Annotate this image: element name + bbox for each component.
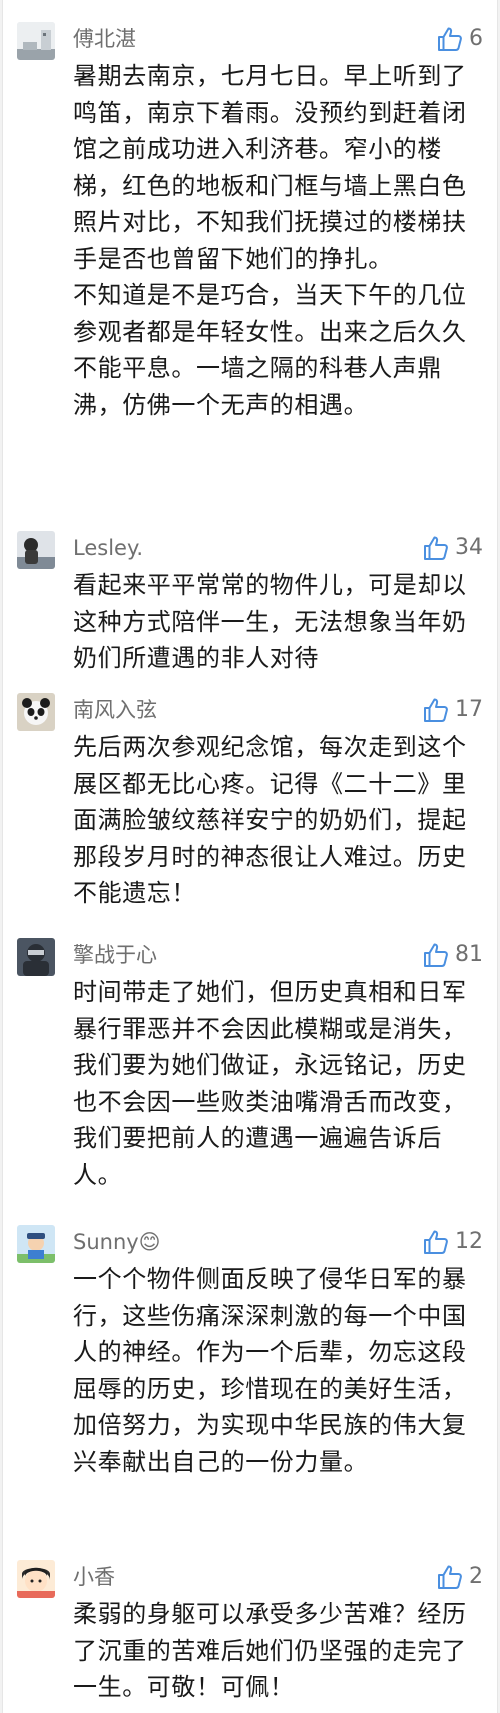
- comment-text: 一个个物件侧面反映了侵华日军的暴行，这些伤痛深深刺激的每一个中国人的神经。作为一…: [73, 1261, 483, 1480]
- like-count: 34: [455, 535, 483, 560]
- comment-list: 傅北湛 6 暑期去南京，七月七日。早上听到了鸣笛，南京下着雨。没预约到赶着闭馆之…: [2, 0, 498, 1713]
- comment-paragraph: 不知道是不是巧合，当天下午的几位参观者都是年轻女性。出来之后久久不能平息。一墙之…: [73, 281, 467, 419]
- comment-text: 时间带走了她们，但历史真相和日军暴行罪恶并不会因此模糊或是消失，我们要为她们做证…: [73, 974, 483, 1193]
- like-count: 6: [469, 26, 483, 51]
- thumbs-up-icon: [438, 1565, 462, 1589]
- like-button[interactable]: 81: [423, 938, 483, 972]
- avatar-image: [17, 22, 55, 60]
- username[interactable]: 小香: [73, 1562, 115, 1592]
- comment-item: Lesley. 34 看起来平平常常的物件儿，可是却以这种方式陪伴一生，无法想象…: [3, 531, 497, 711]
- avatar-image: [17, 531, 55, 569]
- comment-item: 傅北湛 6 暑期去南京，七月七日。早上听到了鸣笛，南京下着雨。没预约到赶着闭馆之…: [3, 22, 497, 512]
- comment-paragraph: 一个个物件侧面反映了侵华日军的暴行，这些伤痛深深刺激的每一个中国人的神经。作为一…: [73, 1265, 467, 1476]
- comment-item: Sunny😊 12 一个个物件侧面反映了侵华日军的暴行，这些伤痛深深刺激的每一个…: [3, 1225, 497, 1535]
- thumbs-up-icon: [438, 27, 462, 51]
- like-button[interactable]: 17: [423, 693, 483, 727]
- like-button[interactable]: 12: [423, 1225, 483, 1259]
- avatar[interactable]: [17, 938, 55, 976]
- like-count: 17: [455, 697, 483, 722]
- username[interactable]: Sunny😊: [73, 1227, 161, 1257]
- like-count: 12: [455, 1229, 483, 1254]
- comment-text: 柔弱的身躯可以承受多少苦难？经历了沉重的苦难后她们仍坚强的走完了一生。可敬！可佩…: [73, 1596, 483, 1706]
- avatar-image: [17, 693, 55, 731]
- thumbs-up-icon: [424, 698, 448, 722]
- comment-paragraph: 看起来平平常常的物件儿，可是却以这种方式陪伴一生，无法想象当年奶奶们所遭遇的非人…: [73, 571, 467, 672]
- avatar[interactable]: [17, 1560, 55, 1598]
- comment-item: 南风入弦 17 先后两次参观纪念馆，每次走到这个展区都无比心疼。记得《二十二》里…: [3, 693, 497, 928]
- like-count: 81: [455, 942, 483, 967]
- thumbs-up-icon: [424, 1230, 448, 1254]
- comment-text: 暑期去南京，七月七日。早上听到了鸣笛，南京下着雨。没预约到赶着闭馆之前成功进入利…: [73, 58, 483, 423]
- avatar[interactable]: [17, 22, 55, 60]
- avatar-image: [17, 1225, 55, 1263]
- avatar[interactable]: [17, 693, 55, 731]
- comment-item: 擎战于心 81 时间带走了她们，但历史真相和日军暴行罪恶并不会因此模糊或是消失，…: [3, 938, 497, 1210]
- avatar[interactable]: [17, 1225, 55, 1263]
- comment-paragraph: 时间带走了她们，但历史真相和日军暴行罪恶并不会因此模糊或是消失，我们要为她们做证…: [73, 978, 467, 1189]
- avatar-image: [17, 938, 55, 976]
- like-count: 2: [469, 1564, 483, 1589]
- thumbs-up-icon: [424, 536, 448, 560]
- avatar-image: [17, 1560, 55, 1598]
- username[interactable]: 擎战于心: [73, 940, 157, 970]
- username[interactable]: 南风入弦: [73, 695, 157, 725]
- comment-paragraph: 先后两次参观纪念馆，每次走到这个展区都无比心疼。记得《二十二》里面满脸皱纹慈祥安…: [73, 733, 467, 907]
- comment-text: 看起来平平常常的物件儿，可是却以这种方式陪伴一生，无法想象当年奶奶们所遭遇的非人…: [73, 567, 483, 677]
- avatar[interactable]: [17, 531, 55, 569]
- like-button[interactable]: 34: [423, 531, 483, 565]
- like-button[interactable]: 6: [437, 22, 483, 56]
- comment-item: 小香 2 柔弱的身躯可以承受多少苦难？经历了沉重的苦难后她们仍坚强的走完了一生。…: [3, 1560, 497, 1710]
- comment-paragraph: 柔弱的身躯可以承受多少苦难？经历了沉重的苦难后她们仍坚强的走完了一生。可敬！可佩…: [73, 1600, 467, 1701]
- username[interactable]: Lesley.: [73, 533, 143, 563]
- thumbs-up-icon: [424, 943, 448, 967]
- comment-paragraph: 暑期去南京，七月七日。早上听到了鸣笛，南京下着雨。没预约到赶着闭馆之前成功进入利…: [73, 62, 467, 273]
- comment-text: 先后两次参观纪念馆，每次走到这个展区都无比心疼。记得《二十二》里面满脸皱纹慈祥安…: [73, 729, 483, 912]
- like-button[interactable]: 2: [437, 1560, 483, 1594]
- username[interactable]: 傅北湛: [73, 24, 136, 54]
